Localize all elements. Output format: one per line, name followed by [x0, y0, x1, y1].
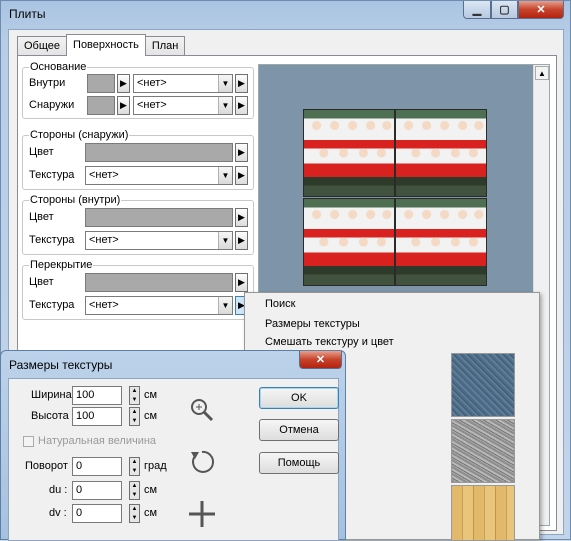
- tab-plan[interactable]: План: [144, 36, 186, 56]
- sides-outside-color-swatch[interactable]: [85, 143, 233, 162]
- chevron-down-icon[interactable]: ▼: [218, 75, 232, 92]
- sides-inside-color-arrow-button[interactable]: ▶: [235, 208, 248, 227]
- height-spinner[interactable]: ▲ ▼: [129, 407, 140, 426]
- sides-inside-texture-select[interactable]: <нет> ▼: [85, 231, 233, 250]
- outside-label: Снаружи: [29, 99, 75, 111]
- dv-label: dv :: [49, 507, 67, 519]
- sides-outside-texture-value: <нет>: [89, 169, 119, 181]
- preview-texture-tile: [303, 109, 395, 197]
- height-input[interactable]: 100: [72, 407, 122, 426]
- overlap-texture-value: <нет>: [89, 299, 119, 311]
- dv-input[interactable]: 0: [72, 504, 122, 523]
- chevron-down-icon[interactable]: ▼: [218, 297, 232, 314]
- overlap-texture-select[interactable]: <нет> ▼: [85, 296, 233, 315]
- sides-outside-texture-arrow-button[interactable]: ▶: [235, 166, 248, 185]
- natural-size-label: Натуральная величина: [38, 435, 157, 447]
- group-sides-inside: Стороны (внутри) Цвет ▶ Текстура <нет> ▼…: [22, 194, 254, 255]
- inside-texture-select[interactable]: <нет> ▼: [133, 74, 233, 93]
- overlap-texture-label: Текстура: [29, 299, 75, 311]
- dialog-close-button[interactable]: ✕: [299, 351, 342, 369]
- zoom-fit-icon[interactable]: [185, 393, 219, 427]
- maximize-button[interactable]: ▢: [491, 1, 518, 19]
- group-sides-outside: Стороны (снаружи) Цвет ▶ Текстура <нет> …: [22, 129, 254, 190]
- tab-strip: Общее Поверхность План: [17, 34, 186, 56]
- texture-size-dialog: Размеры текстуры ✕ Ширина 100 ▲ ▼ см Высо…: [0, 350, 346, 541]
- sides-inside-color-label: Цвет: [29, 211, 54, 223]
- height-unit: см: [144, 410, 158, 422]
- outside-color-swatch[interactable]: [87, 96, 115, 115]
- overlap-color-arrow-button[interactable]: ▶: [235, 273, 248, 292]
- rotation-spinner[interactable]: ▲ ▼: [129, 457, 140, 476]
- outside-texture-select[interactable]: <нет> ▼: [133, 96, 233, 115]
- move-cross-icon[interactable]: [185, 497, 219, 531]
- group-base-legend: Основание: [29, 61, 88, 73]
- sides-outside-texture-label: Текстура: [29, 169, 75, 181]
- texture-thumbnail-gray[interactable]: [451, 419, 515, 483]
- du-label: du :: [49, 484, 68, 496]
- sides-inside-color-swatch[interactable]: [85, 208, 233, 227]
- rotation-input[interactable]: 0: [72, 457, 122, 476]
- sides-inside-texture-value: <нет>: [89, 234, 119, 246]
- width-spinner[interactable]: ▲ ▼: [129, 386, 140, 405]
- sides-outside-color-label: Цвет: [29, 146, 54, 158]
- du-spinner[interactable]: ▲ ▼: [129, 481, 140, 500]
- sides-inside-texture-label: Текстура: [29, 234, 75, 246]
- height-label: Высота: [31, 410, 69, 422]
- close-button[interactable]: ✕: [518, 1, 564, 19]
- outside-texture-value: <нет>: [137, 99, 167, 111]
- help-button[interactable]: Помощь: [259, 452, 339, 474]
- group-overlap: Перекрытие Цвет ▶ Текстура <нет> ▼ ▶: [22, 259, 254, 320]
- dialog-title: Размеры текстуры: [9, 358, 113, 372]
- rotation-label: Поворот: [25, 460, 68, 472]
- group-sides-inside-legend: Стороны (внутри): [29, 194, 122, 206]
- rotate-icon[interactable]: [185, 445, 219, 479]
- menu-item-mix-texture-color[interactable]: Смешать текстуру и цвет: [265, 336, 394, 348]
- window-title: Плиты: [9, 7, 46, 21]
- chevron-down-icon[interactable]: ▼: [218, 97, 232, 114]
- du-input[interactable]: 0: [72, 481, 122, 500]
- overlap-color-label: Цвет: [29, 276, 54, 288]
- dialog-client: Ширина 100 ▲ ▼ см Высота 100 ▲ ▼ см Натура…: [8, 378, 339, 541]
- width-input[interactable]: 100: [72, 386, 122, 405]
- dv-unit: см: [144, 507, 158, 519]
- scroll-up-icon[interactable]: ▲: [535, 66, 549, 80]
- menu-item-search[interactable]: Поиск: [265, 298, 295, 310]
- rotation-unit: град: [144, 460, 167, 472]
- tab-general[interactable]: Общее: [17, 36, 68, 56]
- inside-color-arrow-button[interactable]: ▶: [117, 74, 130, 93]
- sides-outside-texture-select[interactable]: <нет> ▼: [85, 166, 233, 185]
- preview-texture-tile: [395, 109, 487, 197]
- inside-texture-arrow-button[interactable]: ▶: [235, 74, 248, 93]
- minimize-button[interactable]: ▁: [463, 1, 491, 19]
- inside-color-swatch[interactable]: [87, 74, 115, 93]
- du-unit: см: [144, 484, 158, 496]
- texture-thumbnail-wood[interactable]: [451, 485, 515, 541]
- preview-texture-tile: [395, 198, 487, 286]
- chevron-down-icon[interactable]: ▼: [218, 232, 232, 249]
- chevron-down-icon[interactable]: ▼: [218, 167, 232, 184]
- outside-texture-arrow-button[interactable]: ▶: [235, 96, 248, 115]
- cancel-button[interactable]: Отмена: [259, 419, 339, 441]
- outside-color-arrow-button[interactable]: ▶: [117, 96, 130, 115]
- tab-surface[interactable]: Поверхность: [66, 34, 146, 56]
- preview-texture-tile: [303, 198, 395, 286]
- group-overlap-legend: Перекрытие: [29, 259, 94, 271]
- group-base: Основание Внутри ▶ <нет> ▼ ▶ Снаружи ▶ <…: [22, 61, 254, 119]
- natural-size-checkbox[interactable]: [23, 436, 34, 447]
- sides-outside-color-arrow-button[interactable]: ▶: [235, 143, 248, 162]
- width-unit: см: [144, 389, 158, 401]
- sides-inside-texture-arrow-button[interactable]: ▶: [235, 231, 248, 250]
- texture-thumbnail-blue[interactable]: [451, 353, 515, 417]
- menu-item-texture-size[interactable]: Размеры текстуры: [265, 318, 360, 330]
- overlap-color-swatch[interactable]: [85, 273, 233, 292]
- inside-texture-value: <нет>: [137, 77, 167, 89]
- width-label: Ширина: [31, 389, 72, 401]
- group-sides-outside-legend: Стороны (снаружи): [29, 129, 130, 141]
- ok-button[interactable]: ОK: [259, 387, 339, 409]
- dv-spinner[interactable]: ▲ ▼: [129, 504, 140, 523]
- inside-label: Внутри: [29, 77, 66, 89]
